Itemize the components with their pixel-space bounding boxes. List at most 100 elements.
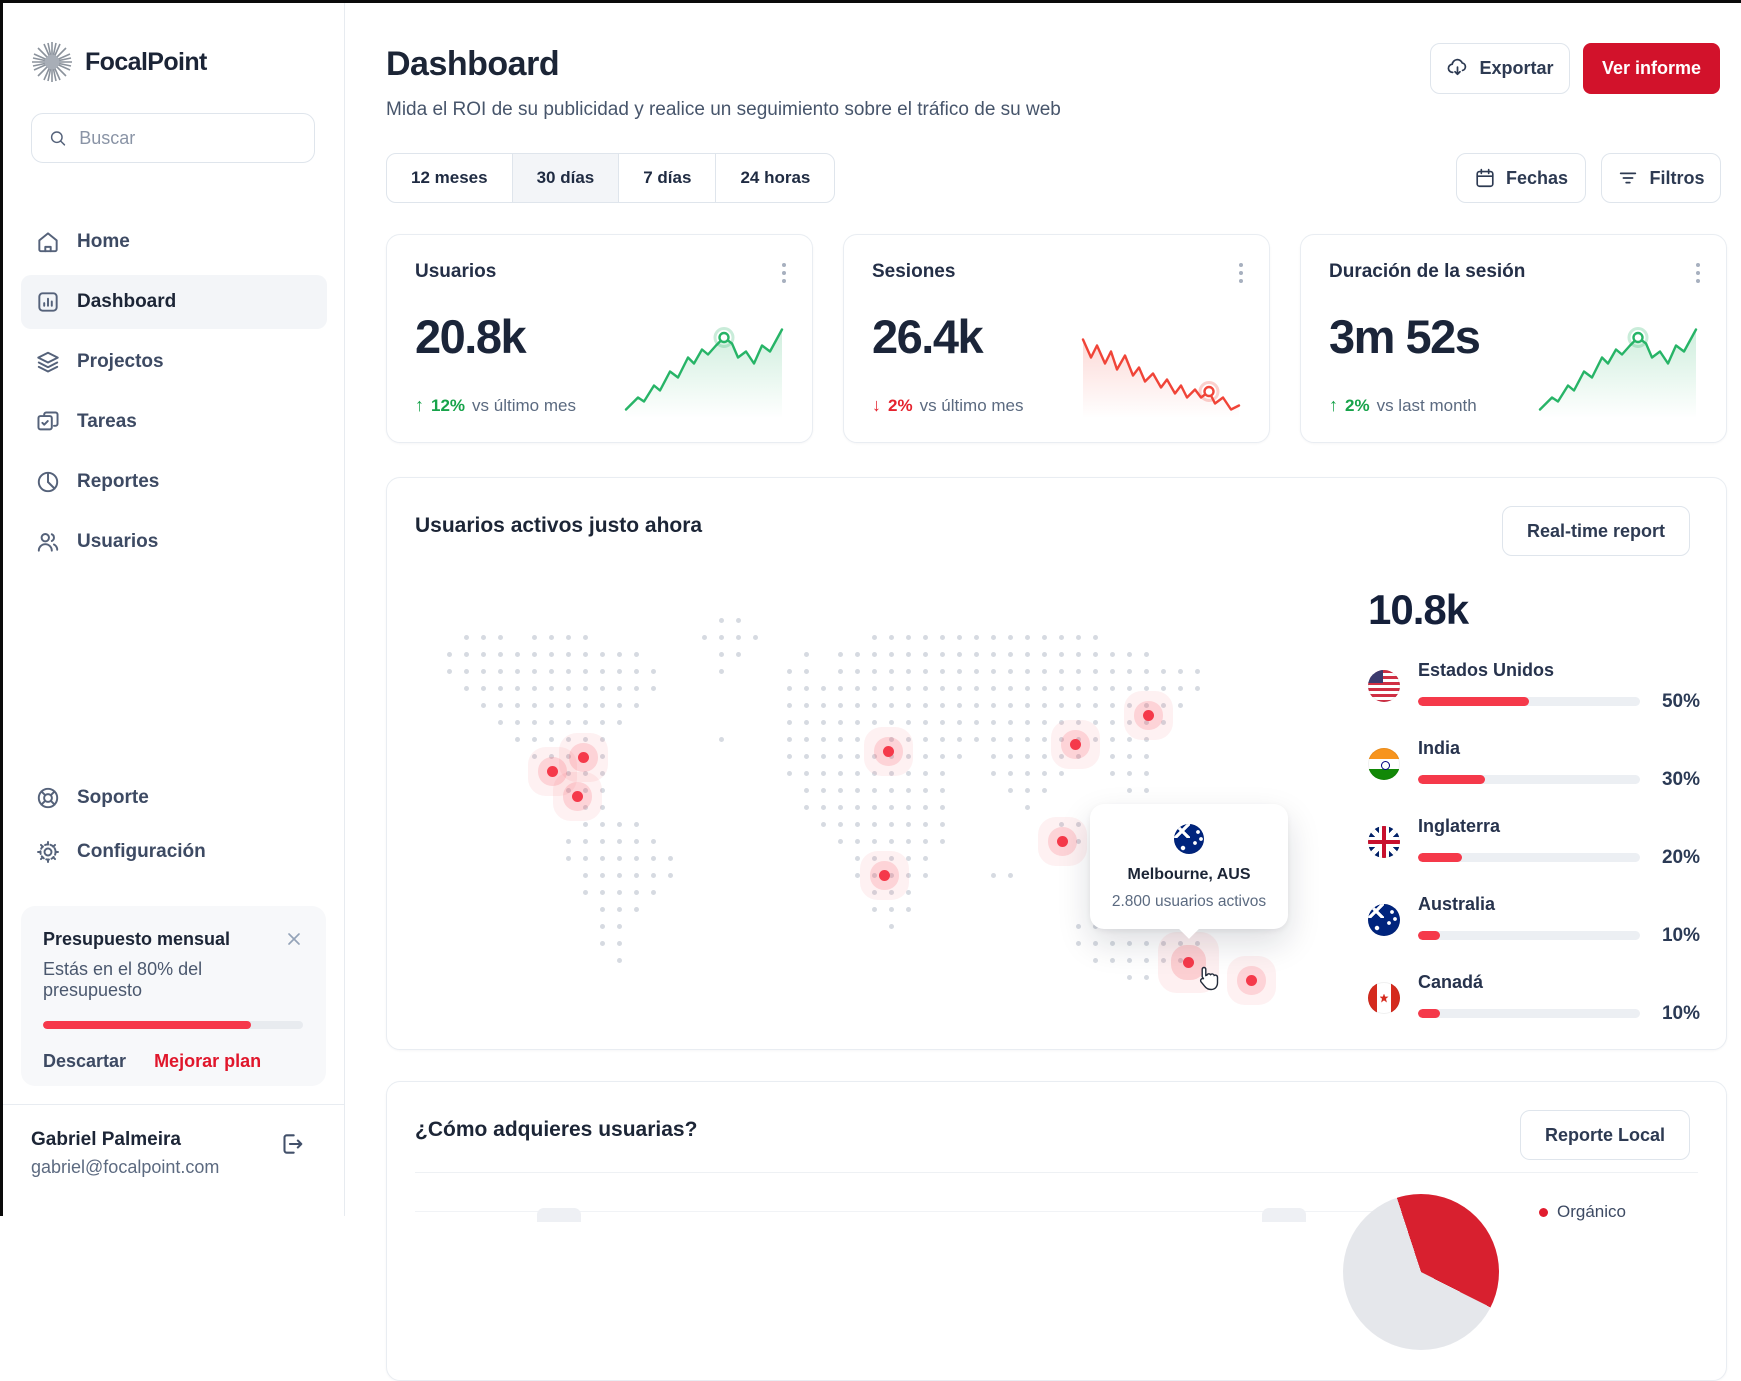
sidebar-item-usuarios[interactable]: Usuarios [21,515,327,569]
active-user-marker[interactable] [572,791,583,802]
kebab-menu-icon[interactable] [1235,259,1247,287]
sidebar-item-label: Usuarios [77,531,158,553]
divider [415,1172,1698,1173]
country-name: Inglaterra [1418,816,1642,837]
country-bar-fill [1418,931,1440,940]
filter-lines-icon [1617,167,1639,189]
sparkline-green [1538,322,1698,420]
main-content: Dashboard Mida el ROI de su publicidad y… [346,3,1741,1216]
stat-title: Duración de la sesión [1329,261,1698,283]
delta-percent: 12% [431,396,465,416]
active-user-marker[interactable] [1183,957,1194,968]
sidebar-item-label: Reportes [77,471,159,493]
kebab-menu-icon[interactable] [1692,259,1704,287]
brand-name: FocalPoint [85,48,207,77]
active-user-marker[interactable] [883,746,894,757]
stat-card-duracion: Duración de la sesión 3m 52s ↑ 2% vs las… [1300,234,1727,443]
legend-dot-organico [1539,1208,1548,1217]
sidebar-item-configuracion[interactable]: Configuración [21,825,327,879]
country-bar-fill [1418,1009,1440,1018]
delta-compare: vs último mes [472,396,576,416]
active-user-marker[interactable] [578,752,589,763]
country-row: Canadá 10% [1368,972,1700,1024]
delta-up-arrow-icon: ↑ [1329,395,1338,416]
cloud-download-icon [1446,57,1469,80]
legend-label: Orgánico [1557,1202,1626,1222]
focalpoint-logo-icon [31,41,73,83]
delta-percent: 2% [1345,396,1370,416]
sidebar-item-tareas[interactable]: Tareas [21,395,327,449]
user-email: gabriel@focalpoint.com [31,1157,316,1178]
country-percent: 10% [1642,1003,1700,1025]
filters-button[interactable]: Filtros [1601,153,1721,203]
tab-30-dias[interactable]: 30 días [513,154,620,202]
stat-title: Sesiones [872,261,1241,283]
bar-top [537,1208,581,1222]
budget-upgrade-button[interactable]: Mejorar plan [154,1051,261,1072]
user-name: Gabriel Palmeira [31,1129,316,1151]
country-bar-fill [1418,775,1485,784]
user-block: Gabriel Palmeira gabriel@focalpoint.com [3,1104,344,1178]
budget-card: Presupuesto mensual Estás en el 80% del … [21,906,326,1086]
stat-title: Usuarios [415,261,784,283]
active-user-marker[interactable] [1143,710,1154,721]
active-users-title: Usuarios activos justo ahora [415,514,702,538]
sidebar-item-label: Dashboard [77,291,176,313]
local-report-button[interactable]: Reporte Local [1520,1110,1690,1160]
active-user-marker[interactable] [1070,739,1081,750]
page-subtitle: Mida el ROI de su publicidad y realice u… [386,99,1061,121]
country-percent: 10% [1642,925,1700,947]
active-user-marker[interactable] [1057,836,1068,847]
kebab-menu-icon[interactable] [778,259,790,287]
tab-12-meses[interactable]: 12 meses [387,154,513,202]
search-icon [48,127,67,149]
sparkline-green [624,322,784,420]
country-percent: 20% [1642,847,1700,869]
country-bar-fill [1418,697,1529,706]
country-bar-track [1418,931,1640,940]
active-user-marker[interactable] [1246,975,1257,986]
sidebar-item-reportes[interactable]: Reportes [21,455,327,509]
home-icon [35,229,61,255]
country-row: Estados Unidos 50% [1368,660,1700,712]
tab-7-dias[interactable]: 7 días [619,154,716,202]
active-user-marker[interactable] [879,870,890,881]
stat-card-usuarios: Usuarios 20.8k ↑ 12% vs último mes [386,234,813,443]
sidebar-item-soporte[interactable]: Soporte [21,771,327,825]
sidebar-item-label: Home [77,231,130,253]
life-buoy-icon [35,785,61,811]
pie-chart-icon [35,469,61,495]
sidebar-item-home[interactable]: Home [21,215,327,269]
country-bar-fill [1418,853,1462,862]
country-bar-track [1418,775,1640,784]
country-bar-track [1418,853,1640,862]
acquisition-pie-chart [1343,1194,1499,1350]
sidebar-item-projectos[interactable]: Projectos [21,335,327,389]
acquisition-title: ¿Cómo adquieres usuarias? [415,1118,697,1142]
tab-24-horas[interactable]: 24 horas [716,154,834,202]
view-report-button[interactable]: Ver informe [1583,43,1720,94]
close-icon[interactable] [284,929,304,949]
logout-icon[interactable] [278,1131,304,1157]
flag-uk-icon [1368,826,1400,858]
sidebar: FocalPoint Home Dashboard Projectos Tare… [3,3,345,1216]
country-percent: 30% [1642,769,1700,791]
budget-title: Presupuesto mensual [43,929,230,950]
search-input[interactable] [79,128,298,149]
sidebar-item-label: Configuración [77,841,206,863]
flag-australia-icon [1368,904,1400,936]
bar-top [1262,1208,1306,1222]
search-box[interactable] [31,113,315,163]
sidebar-item-label: Soporte [77,787,149,809]
active-user-marker[interactable] [547,766,558,777]
dashboard-icon [35,289,61,315]
budget-dismiss-button[interactable]: Descartar [43,1051,126,1072]
sidebar-item-dashboard[interactable]: Dashboard [21,275,327,329]
export-button[interactable]: Exportar [1430,43,1570,94]
flag-india-icon [1368,748,1400,780]
dates-button[interactable]: Fechas [1456,153,1586,203]
delta-compare: vs last month [1377,396,1477,416]
stat-card-sesiones: Sesiones 26.4k ↓ 2% vs último mes [843,234,1270,443]
filters-label: Filtros [1649,168,1704,189]
realtime-report-button[interactable]: Real-time report [1502,506,1690,556]
